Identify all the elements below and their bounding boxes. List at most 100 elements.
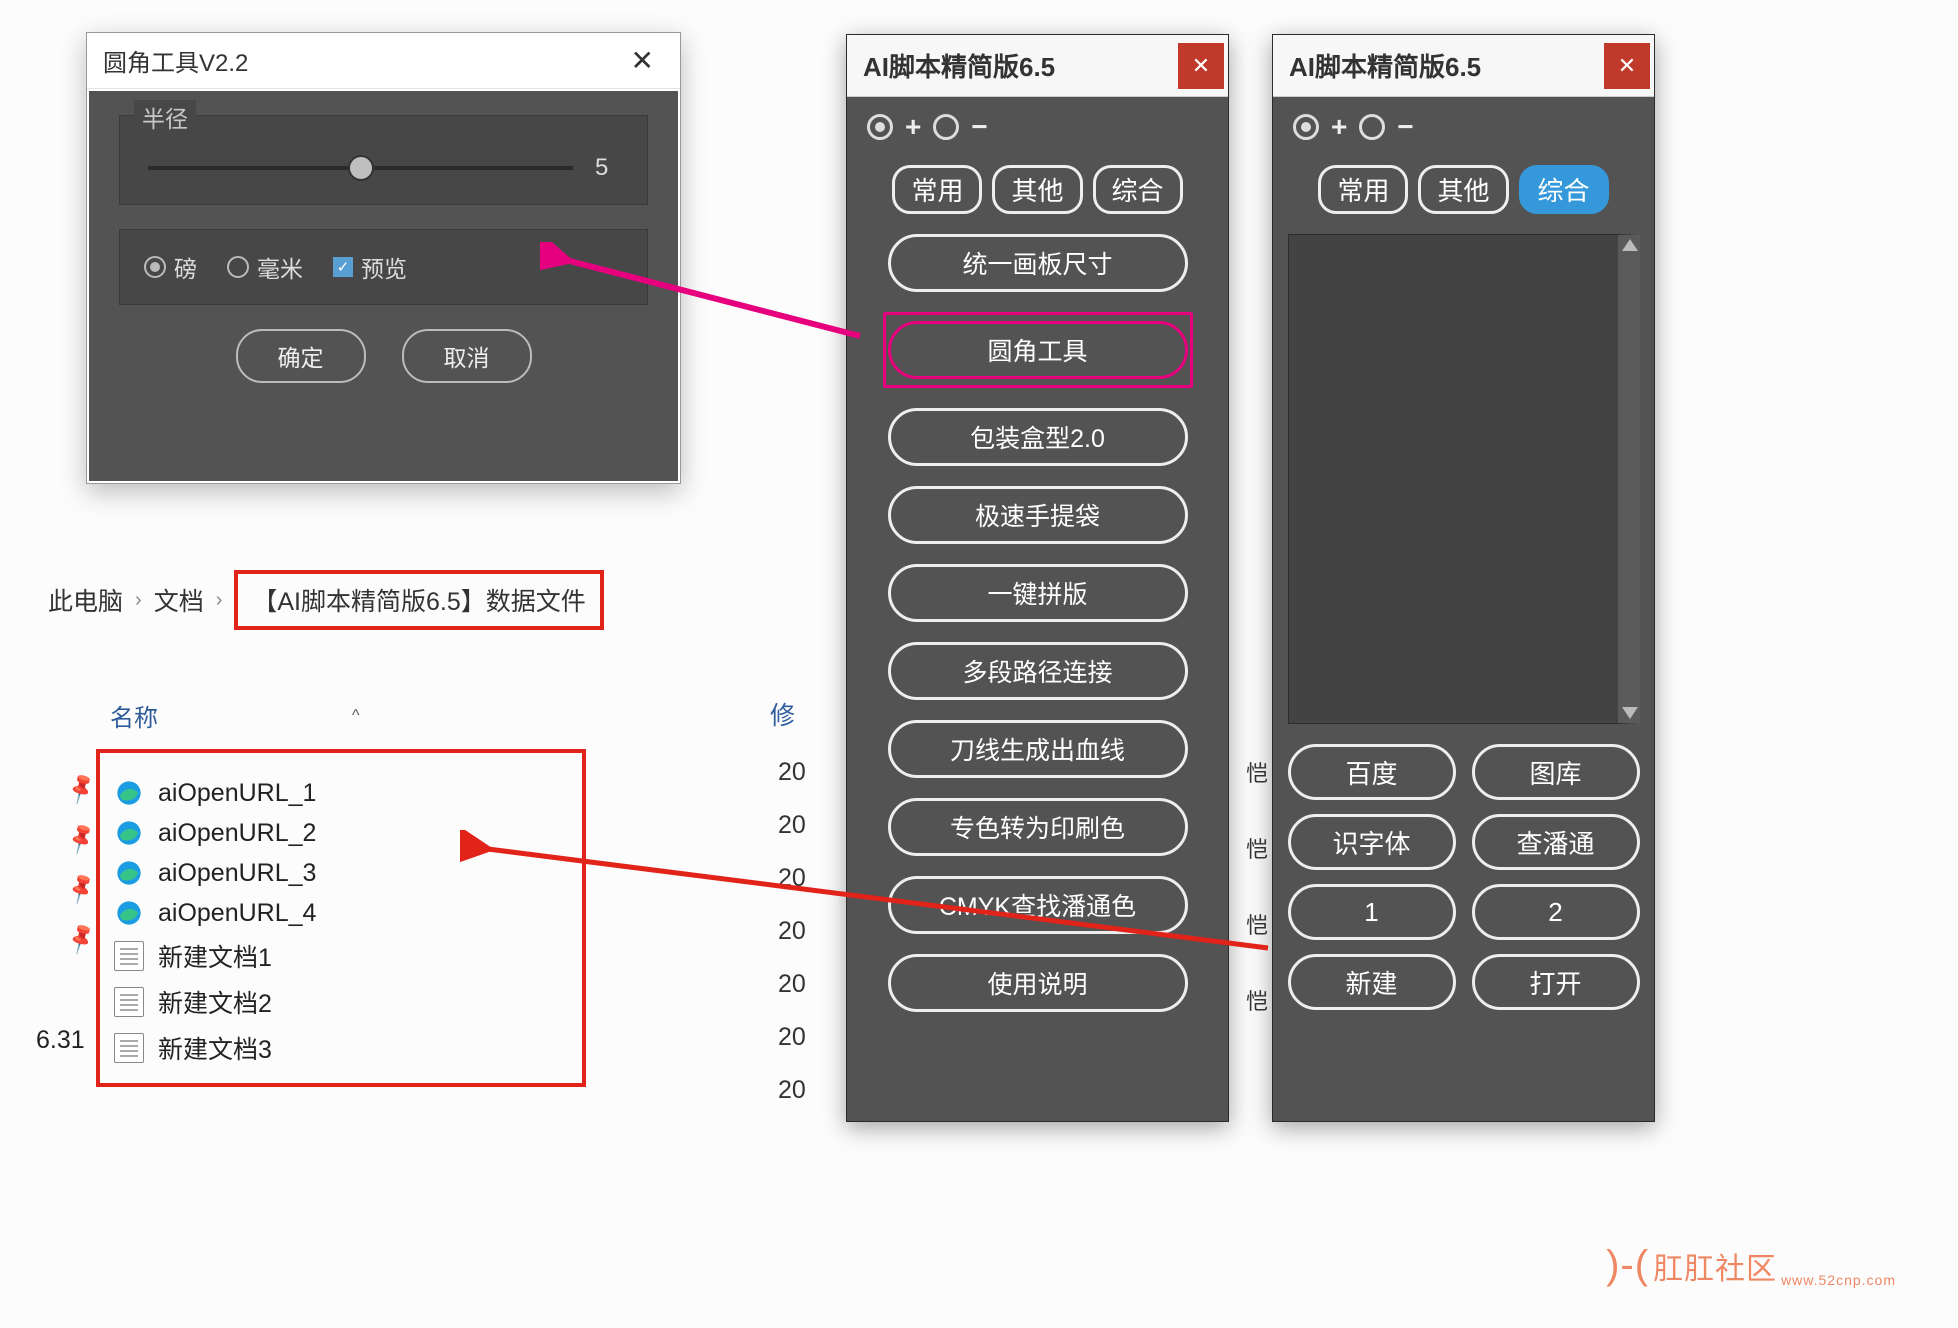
watermark: )-( 肛肛社区 www.52cnp.com xyxy=(1606,1243,1896,1288)
round-corner-dialog: 圆角工具V2.2 ✕ 半径 5 磅 毫米 ✓预览 确定 取消 xyxy=(86,32,681,484)
chevron-right-icon: › xyxy=(216,589,223,612)
file-row[interactable]: 新建文档2 xyxy=(114,979,568,1025)
bc-docs[interactable]: 文档 xyxy=(154,582,204,618)
preview-checkbox[interactable]: ✓预览 xyxy=(333,250,407,284)
tool-button[interactable]: 一键拼版 xyxy=(888,564,1188,622)
grid-button[interactable]: 2 xyxy=(1472,884,1640,940)
panel-a-title: AI脚本精简版6.5 xyxy=(863,47,1055,84)
panel-a-tabs: 常用其他综合 xyxy=(892,165,1182,214)
file-row[interactable]: aiOpenURL_2 xyxy=(114,813,568,853)
mode-plus-radio[interactable] xyxy=(1293,114,1319,140)
pin-icon[interactable]: 📌 xyxy=(63,821,100,857)
grid-button[interactable]: 查潘通 xyxy=(1472,814,1640,870)
minus-icon: − xyxy=(1397,111,1413,143)
plus-icon: + xyxy=(1331,111,1347,143)
unit-mm-radio[interactable]: 毫米 xyxy=(227,250,303,284)
grid-button[interactable]: 图库 xyxy=(1472,744,1640,800)
panel-a-buttons: 统一画板尺寸圆角工具包装盒型2.0 极速手提袋一键拼版多段路径连接刀线生成出血线专… xyxy=(883,234,1193,1012)
file-name: 新建文档2 xyxy=(158,984,272,1020)
list-header: 名称 ^ xyxy=(96,688,586,743)
panel-b-close-button[interactable]: ✕ xyxy=(1604,43,1650,89)
tool-button[interactable]: 包装盒型2.0 xyxy=(888,408,1188,466)
highlight-box: 圆角工具 xyxy=(883,312,1193,388)
chevron-right-icon: › xyxy=(135,589,142,612)
file-date: 20 xyxy=(778,970,806,999)
tab-综合[interactable]: 综合 xyxy=(1519,165,1609,214)
file-date: 20 xyxy=(778,758,806,787)
edge-file-icon xyxy=(114,778,144,808)
edge-file-icon xyxy=(114,898,144,928)
grid-button[interactable]: 识字体 xyxy=(1288,814,1456,870)
file-dates-col: 20202020202020 xyxy=(778,758,806,1105)
panel-b-title: AI脚本精简版6.5 xyxy=(1289,47,1481,84)
scroll-down-icon[interactable] xyxy=(1622,707,1638,719)
tool-button[interactable]: 统一画板尺寸 xyxy=(888,234,1188,292)
tab-常用[interactable]: 常用 xyxy=(1318,165,1408,214)
grid-button[interactable]: 1 xyxy=(1288,884,1456,940)
scroll-up-icon[interactable] xyxy=(1622,239,1638,251)
radius-value: 5 xyxy=(595,154,619,182)
text-file-icon xyxy=(114,941,144,971)
file-row[interactable]: aiOpenURL_3 xyxy=(114,853,568,893)
pin-icon[interactable]: 📌 xyxy=(63,871,100,907)
col-name-header[interactable]: 名称 xyxy=(110,698,158,733)
ok-button[interactable]: 确定 xyxy=(236,329,366,383)
close-icon[interactable]: ✕ xyxy=(621,40,664,81)
tool-button[interactable]: CMYK查找潘通色 xyxy=(888,876,1188,934)
partial-char: 恺 xyxy=(1246,984,1268,1016)
grid-button[interactable]: 打开 xyxy=(1472,954,1640,1010)
tool-button[interactable]: 多段路径连接 xyxy=(888,642,1188,700)
sort-asc-icon[interactable]: ^ xyxy=(352,707,360,725)
mode-plus-radio[interactable] xyxy=(867,114,893,140)
dialog-body: 半径 5 磅 毫米 ✓预览 确定 取消 xyxy=(89,91,678,481)
tab-常用[interactable]: 常用 xyxy=(892,165,982,214)
side-partial-chars: 恺恺恺恺 xyxy=(1246,756,1268,1016)
bc-root[interactable]: 此电脑 xyxy=(48,582,123,618)
radius-slider[interactable] xyxy=(148,166,573,170)
file-name: aiOpenURL_4 xyxy=(158,899,316,928)
file-row[interactable]: 新建文档1 xyxy=(114,933,568,979)
slider-thumb[interactable] xyxy=(348,155,374,181)
radius-group: 半径 5 xyxy=(119,115,648,205)
panel-b-header: AI脚本精简版6.5 ✕ xyxy=(1273,35,1654,97)
tool-button[interactable]: 使用说明 xyxy=(888,954,1188,1012)
tab-其他[interactable]: 其他 xyxy=(1418,165,1508,214)
panel-b-content-area[interactable] xyxy=(1288,234,1640,724)
panel-b: AI脚本精简版6.5 ✕ + − 常用其他综合 百度图库识字体查潘通 12 新建打开 xyxy=(1272,34,1655,1122)
mode-minus-radio[interactable] xyxy=(1359,114,1385,140)
file-row[interactable]: aiOpenURL_4 xyxy=(114,893,568,933)
panel-b-grid: 百度图库识字体查潘通 12 新建打开 xyxy=(1288,744,1640,1010)
tool-button[interactable]: 专色转为印刷色 xyxy=(888,798,1188,856)
pin-icon[interactable]: 📌 xyxy=(63,771,100,807)
panel-a-header: AI脚本精简版6.5 ✕ xyxy=(847,35,1228,97)
dialog-title: 圆角工具V2.2 xyxy=(103,43,248,78)
grid-button[interactable]: 新建 xyxy=(1288,954,1456,1010)
file-row[interactable]: aiOpenURL_1 xyxy=(114,773,568,813)
bc-current-folder[interactable]: 【AI脚本精简版6.5】数据文件 xyxy=(234,570,603,630)
mode-minus-radio[interactable] xyxy=(933,114,959,140)
file-date: 20 xyxy=(778,811,806,840)
pin-icon[interactable]: 📌 xyxy=(63,921,100,957)
panel-a-close-button[interactable]: ✕ xyxy=(1178,43,1224,89)
file-row[interactable]: 新建文档3 xyxy=(114,1025,568,1071)
plus-icon: + xyxy=(905,111,921,143)
minus-icon: − xyxy=(971,111,987,143)
panel-b-tabs: 常用其他综合 xyxy=(1318,165,1608,214)
file-name: 新建文档1 xyxy=(158,938,272,974)
tool-button[interactable]: 极速手提袋 xyxy=(888,486,1188,544)
file-date: 20 xyxy=(778,1076,806,1105)
tab-综合[interactable]: 综合 xyxy=(1093,165,1183,214)
tool-button[interactable]: 圆角工具 xyxy=(888,321,1188,379)
tab-其他[interactable]: 其他 xyxy=(992,165,1082,214)
file-name: 新建文档3 xyxy=(158,1030,272,1066)
panel-a: AI脚本精简版6.5 ✕ + − 常用其他综合 统一画板尺寸圆角工具包装盒型2.… xyxy=(846,34,1229,1122)
file-name: aiOpenURL_1 xyxy=(158,779,316,808)
col-modified-header[interactable]: 修 xyxy=(770,696,795,732)
text-file-icon xyxy=(114,987,144,1017)
cancel-button[interactable]: 取消 xyxy=(402,329,532,383)
grid-button[interactable]: 百度 xyxy=(1288,744,1456,800)
tool-button[interactable]: 刀线生成出血线 xyxy=(888,720,1188,778)
unit-pt-radio[interactable]: 磅 xyxy=(144,250,197,284)
text-file-icon xyxy=(114,1033,144,1063)
breadcrumb: 此电脑 › 文档 › 【AI脚本精简版6.5】数据文件 xyxy=(48,570,604,630)
